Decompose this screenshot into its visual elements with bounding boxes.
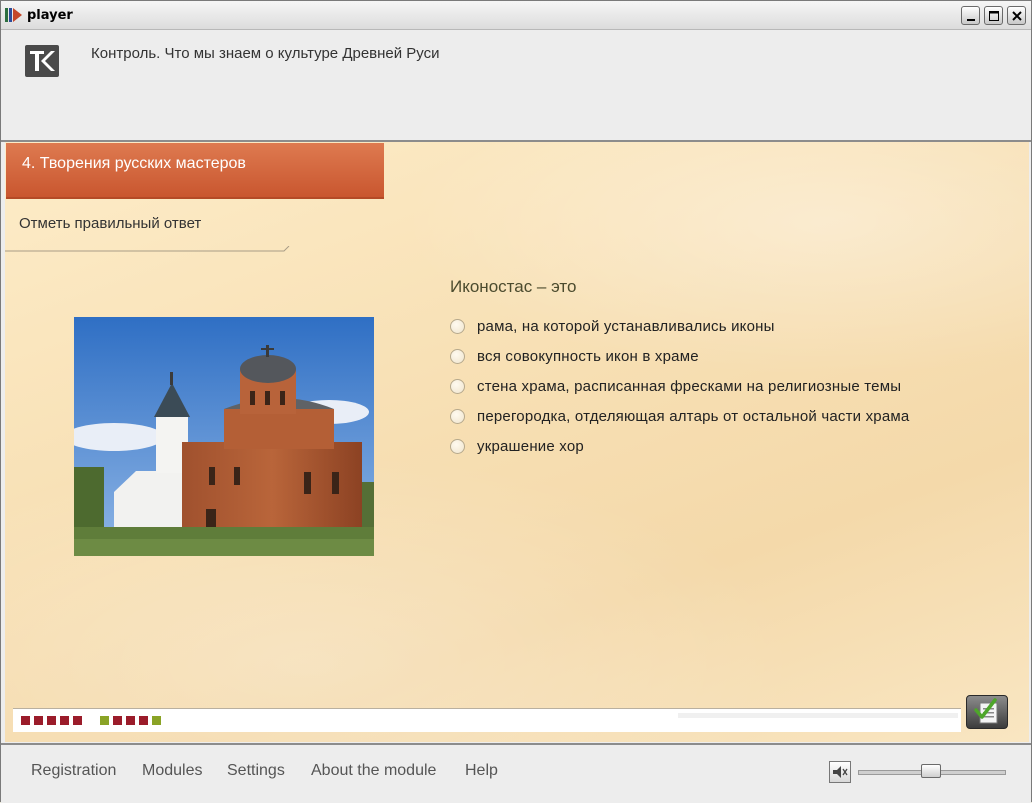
title-bar: player	[1, 1, 1031, 30]
close-icon	[1012, 11, 1022, 21]
course-title: Контроль. Что мы знаем о культуре Древне…	[91, 45, 440, 62]
radio-button[interactable]	[450, 409, 465, 424]
progress-block	[152, 716, 161, 725]
player-app-icon	[5, 8, 22, 22]
question-text: Иконостас – это	[450, 277, 577, 296]
progress-block	[73, 716, 82, 725]
speaker-icon	[833, 766, 848, 778]
answer-option-label: стена храма, расписанная фресками на рел…	[477, 378, 902, 395]
radio-button[interactable]	[450, 319, 465, 334]
menu-settings[interactable]: Settings	[227, 762, 285, 780]
progress-strip	[678, 713, 958, 718]
instruction-text: Отметь правильный ответ	[19, 215, 202, 232]
church-photo	[74, 317, 374, 556]
answer-option-label: вся совокупность икон в храме	[477, 348, 699, 365]
maximize-icon	[989, 11, 999, 21]
answer-option-label: украшение хор	[477, 438, 584, 455]
progress-block	[47, 716, 56, 725]
menu-registration[interactable]: Registration	[31, 762, 116, 780]
section-tab: 4. Творения русских мастеров	[6, 143, 384, 199]
answer-option-label: рама, на которой устанавливались иконы	[477, 318, 775, 335]
window-title: player	[27, 8, 73, 23]
progress-block	[60, 716, 69, 725]
volume-slider-thumb[interactable]	[921, 764, 941, 778]
progress-block	[126, 716, 135, 725]
course-header: Контроль. Что мы знаем о культуре Древне…	[1, 30, 1031, 142]
menu-about-module[interactable]: About the module	[311, 762, 436, 780]
progress-block	[113, 716, 122, 725]
player-window: player Контроль. Что мы знаем о культуре…	[0, 0, 1032, 803]
close-button[interactable]	[1007, 6, 1026, 25]
instruction-underline	[5, 246, 290, 252]
sound-toggle-button[interactable]	[829, 761, 851, 783]
question-progress-bar	[13, 708, 961, 732]
menu-help[interactable]: Help	[465, 762, 498, 780]
radio-button[interactable]	[450, 439, 465, 454]
maximize-button[interactable]	[984, 6, 1003, 25]
minimize-button[interactable]	[961, 6, 980, 25]
progress-block	[139, 716, 148, 725]
answer-option-label: перегородка, отделяющая алтарь от осталь…	[477, 408, 910, 425]
check-answer-button[interactable]	[966, 695, 1008, 729]
check-document-icon	[974, 698, 998, 724]
section-title: 4. Творения русских мастеров	[22, 155, 246, 172]
progress-block	[21, 716, 30, 725]
publisher-logo	[25, 45, 59, 77]
radio-button[interactable]	[450, 349, 465, 364]
footer-nav: Registration Modules Settings About the …	[1, 743, 1031, 803]
content-area: 4. Творения русских мастеров Отметь прав…	[5, 142, 1029, 742]
progress-block	[100, 716, 109, 725]
radio-button[interactable]	[450, 379, 465, 394]
logo-mark-icon	[30, 51, 55, 71]
menu-modules[interactable]: Modules	[142, 762, 202, 780]
progress-block	[34, 716, 43, 725]
minimize-icon	[967, 19, 975, 21]
